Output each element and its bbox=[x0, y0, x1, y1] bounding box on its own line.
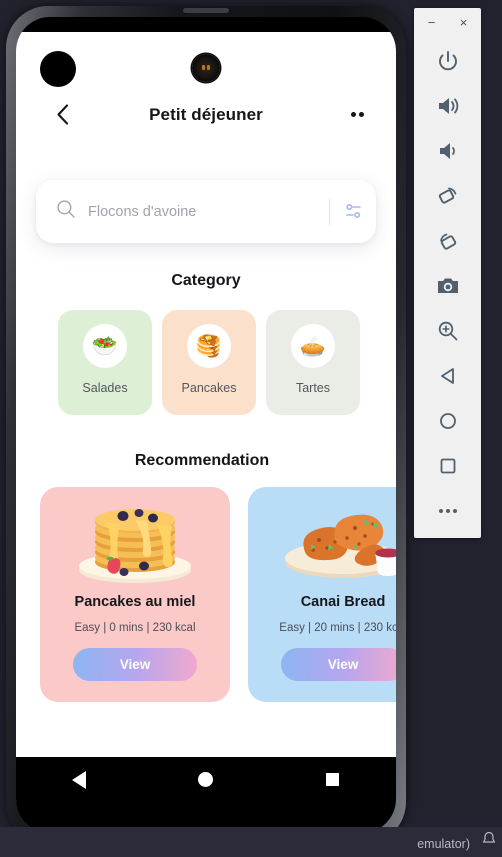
android-navigation-bar bbox=[16, 757, 396, 802]
android-back-button[interactable] bbox=[49, 757, 109, 802]
app-header: Petit déjeuner bbox=[16, 92, 396, 138]
view-button[interactable]: View bbox=[73, 648, 197, 681]
minimize-button[interactable]: − bbox=[424, 14, 440, 30]
front-camera-cutout bbox=[192, 54, 220, 82]
nav-recent-icon bbox=[326, 773, 340, 786]
category-label: Salades bbox=[82, 381, 128, 395]
emulator-overview-button[interactable] bbox=[426, 443, 470, 488]
phone-frame: Petit déjeuner Flocons d'avoine Category… bbox=[6, 6, 406, 844]
pancakes-stack-image bbox=[60, 499, 210, 587]
volume-up-icon bbox=[438, 97, 458, 114]
phone-screen-bezel: Petit déjeuner Flocons d'avoine Category… bbox=[16, 17, 396, 833]
camera-icon bbox=[437, 278, 458, 293]
front-sensor-dot bbox=[40, 51, 76, 87]
recipe-meta: Easy | 0 mins | 230 kcal bbox=[74, 622, 196, 634]
volume-down-button[interactable] bbox=[426, 128, 470, 173]
overflow-dot-1 bbox=[350, 111, 356, 117]
filter-button[interactable] bbox=[330, 192, 376, 232]
search-input[interactable] bbox=[76, 203, 329, 220]
recipe-meta: Easy | 20 mins | 230 kcal bbox=[279, 622, 396, 634]
overflow-dot-2 bbox=[358, 111, 364, 117]
ellipsis-icon bbox=[438, 508, 457, 513]
view-button[interactable]: View bbox=[281, 648, 396, 681]
recipe-name: Canai Bread bbox=[300, 594, 386, 610]
circle-icon bbox=[439, 412, 456, 429]
screenshot-button[interactable] bbox=[426, 263, 470, 308]
nav-back-icon bbox=[72, 770, 87, 789]
recommendation-list: Pancakes au miel Easy | 0 mins | 230 kca… bbox=[40, 487, 396, 702]
emulator-more-button[interactable] bbox=[426, 488, 470, 533]
recipe-name: Pancakes au miel bbox=[74, 594, 196, 610]
power-button[interactable] bbox=[426, 38, 470, 83]
back-button[interactable] bbox=[46, 98, 78, 130]
zoom-in-icon bbox=[438, 321, 457, 340]
pie-icon: 🥧 bbox=[291, 324, 335, 368]
rotate-left-button[interactable] bbox=[426, 173, 470, 218]
triangle-left-icon bbox=[440, 367, 454, 384]
category-label: Pancakes bbox=[181, 381, 237, 395]
volume-down-icon bbox=[439, 142, 455, 159]
emulator-tool-list bbox=[414, 38, 481, 533]
rotate-left-icon bbox=[438, 187, 456, 204]
category-item-pancakes[interactable]: 🥞 Pancakes bbox=[162, 310, 256, 415]
status-text: emulator) bbox=[417, 837, 470, 851]
pancake-icon: 🥞 bbox=[187, 324, 231, 368]
recommendation-heading: Recommendation bbox=[134, 452, 270, 469]
recommendation-card-pancakes[interactable]: Pancakes au miel Easy | 0 mins | 230 kca… bbox=[40, 487, 230, 702]
emulator-home-button[interactable] bbox=[426, 398, 470, 443]
nav-home-icon bbox=[198, 772, 214, 787]
category-heading: Category bbox=[171, 272, 241, 289]
search-icon bbox=[56, 199, 76, 224]
overflow-menu-button[interactable] bbox=[340, 98, 374, 130]
android-home-button[interactable] bbox=[176, 757, 236, 802]
salad-icon: 🥗 bbox=[83, 324, 127, 368]
status-bar: emulator) bbox=[0, 827, 502, 857]
emulator-titlebar: − × bbox=[414, 8, 481, 36]
chevron-left-icon bbox=[56, 103, 68, 125]
emulator-toolbar: − × bbox=[414, 8, 481, 538]
power-icon bbox=[438, 50, 457, 70]
volume-up-button[interactable] bbox=[426, 83, 470, 128]
category-item-tartes[interactable]: 🥧 Tartes bbox=[266, 310, 360, 415]
filter-sliders-icon bbox=[345, 203, 361, 219]
rotate-right-button[interactable] bbox=[426, 218, 470, 263]
app-screen: Petit déjeuner Flocons d'avoine Category… bbox=[16, 32, 396, 802]
bell-icon[interactable] bbox=[482, 831, 496, 851]
close-button[interactable]: × bbox=[456, 14, 472, 30]
square-icon bbox=[440, 458, 455, 473]
canai-bread-image bbox=[268, 499, 396, 587]
android-recents-button[interactable] bbox=[303, 757, 363, 802]
recommendation-card-canai-bread[interactable]: Canai Bread Easy | 20 mins | 230 kcal Vi… bbox=[248, 487, 396, 702]
category-list: 🥗 Salades 🥞 Pancakes 🥧 Tartes bbox=[58, 310, 360, 415]
zoom-button[interactable] bbox=[426, 308, 470, 353]
search-bar[interactable] bbox=[36, 180, 376, 243]
category-label: Tartes bbox=[295, 381, 331, 395]
emulator-back-button[interactable] bbox=[426, 353, 470, 398]
rotate-right-icon bbox=[439, 233, 456, 250]
category-item-salades[interactable]: 🥗 Salades bbox=[58, 310, 152, 415]
